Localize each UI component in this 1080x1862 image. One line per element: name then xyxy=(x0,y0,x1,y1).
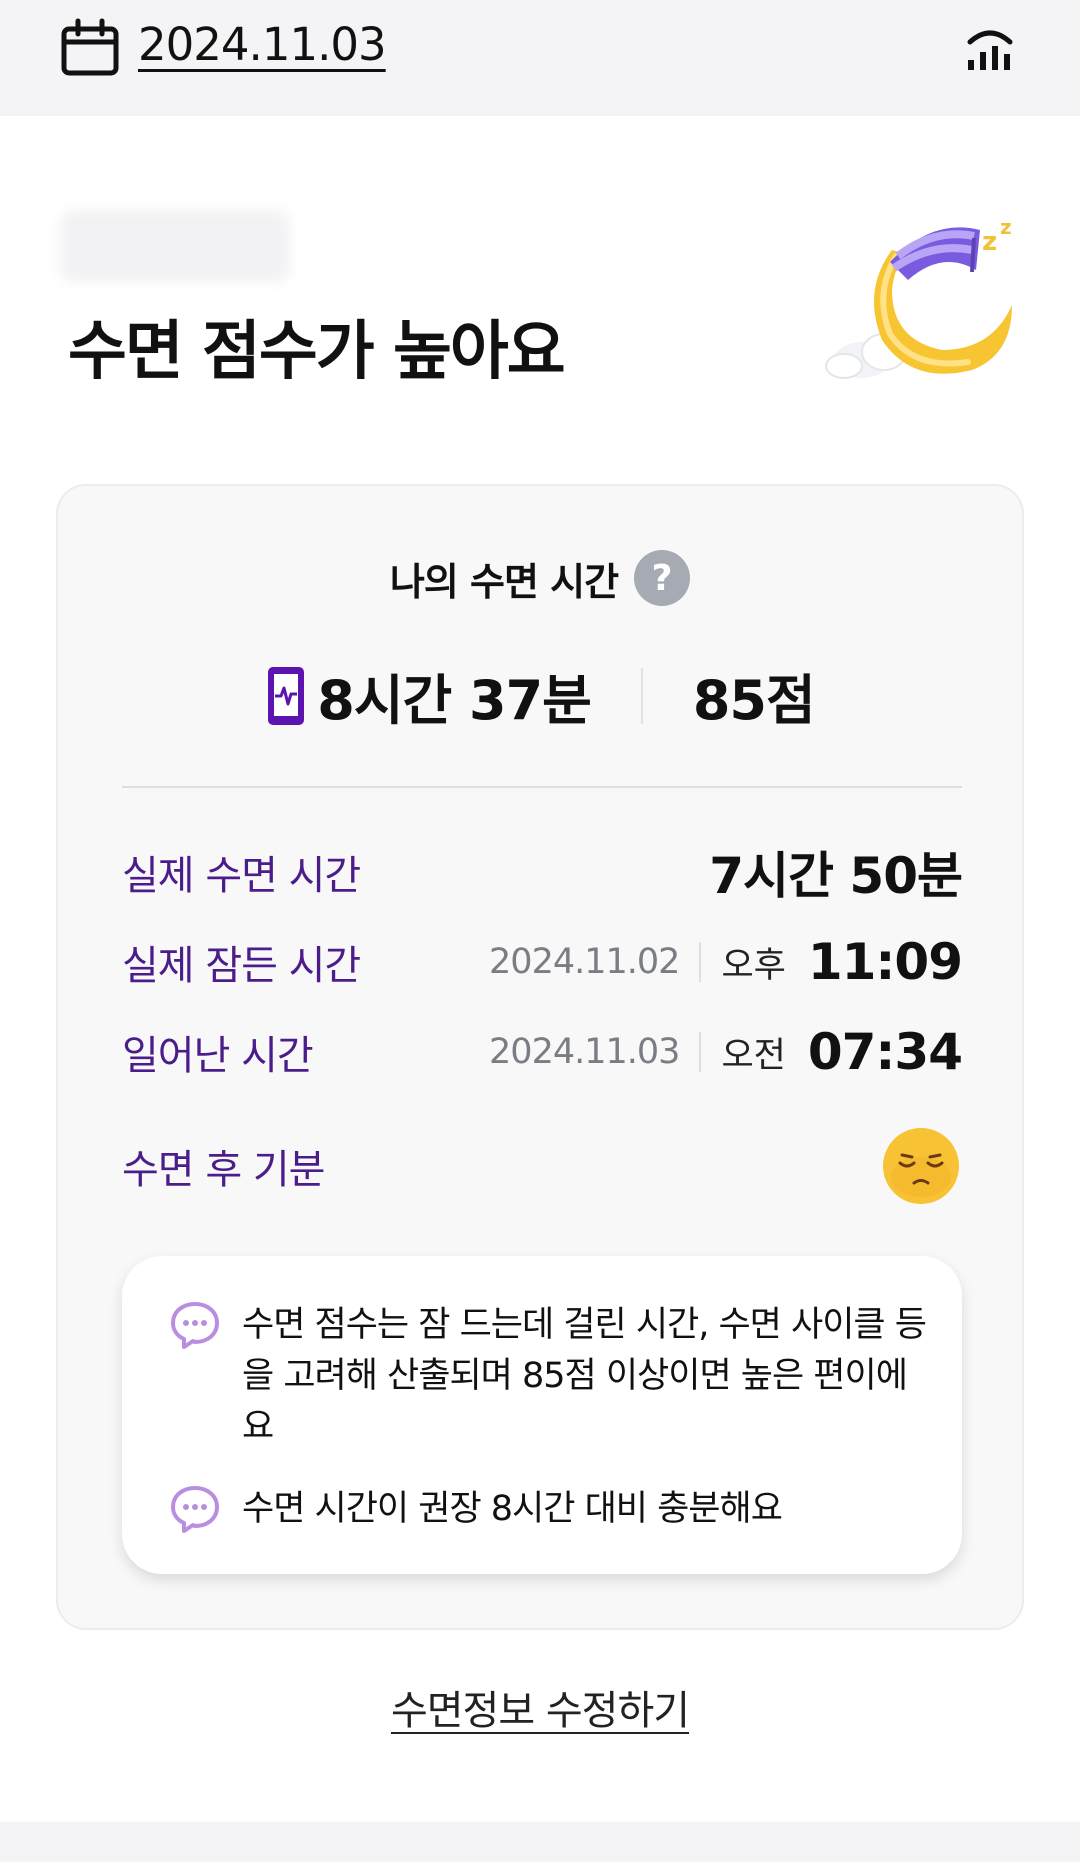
woke-up-time: 07:34 xyxy=(807,1023,963,1081)
score-info-box: 수면 점수는 잠 드는데 걸린 시간, 수면 사이클 등을 고려해 산출되며 8… xyxy=(122,1256,962,1574)
fell-asleep-row: 실제 잠든 시간 2024.11.02 오후 11:09 xyxy=(122,932,963,992)
chat-bubble-icon xyxy=(171,1486,219,1533)
sleep-score: 85점 xyxy=(692,669,816,732)
date-selector[interactable]: 2024.11.03 xyxy=(138,18,387,71)
edit-sleep-info-link[interactable]: 수면정보 수정하기 xyxy=(0,1678,1080,1736)
actual-sleep-label: 실제 수면 시간 xyxy=(122,853,361,899)
page-title: 수면 점수가 높아요 xyxy=(68,315,566,389)
blurred-nickname xyxy=(60,210,290,282)
phone-heartbeat-icon xyxy=(268,666,305,725)
sleeping-moon-illustration: z z xyxy=(825,215,1012,379)
chat-bubble-icon xyxy=(171,1302,219,1349)
svg-text:z: z xyxy=(982,227,997,257)
info-text: 수면 점수는 잠 드는데 걸린 시간, 수면 사이클 등을 고려해 산출되며 8… xyxy=(242,1305,927,1447)
info-item: 수면 시간이 권장 8시간 대비 충분해요 xyxy=(168,1484,932,1536)
info-text: 수면 시간이 권장 8시간 대비 충분해요 xyxy=(242,1489,783,1529)
sleep-card: 나의 수면 시간 ? 8시간 37분 85점 실제 수면 시간 7시간 50분 … xyxy=(56,484,1024,1630)
info-item: 수면 점수는 잠 드는데 걸린 시간, 수면 사이클 등을 고려해 산출되며 8… xyxy=(168,1300,932,1453)
fell-asleep-ampm: 오후 xyxy=(721,945,786,986)
bottom-strip xyxy=(0,1822,1080,1862)
row-divider xyxy=(699,1032,702,1072)
sleep-summary: 8시간 37분 85점 xyxy=(58,656,1022,735)
sleepy-face-emoji xyxy=(883,1128,959,1204)
actual-sleep-value: 7시간 50분 xyxy=(709,847,963,905)
row-divider xyxy=(699,942,702,982)
question-icon[interactable]: ? xyxy=(634,550,691,606)
total-sleep-duration: 8시간 37분 xyxy=(317,669,592,732)
actual-sleep-row: 실제 수면 시간 7시간 50분 xyxy=(122,842,963,905)
summary-divider xyxy=(640,667,643,724)
bar-chart-icon[interactable] xyxy=(960,16,1020,76)
card-title-row: 나의 수면 시간 ? xyxy=(58,550,1022,606)
calendar-icon[interactable] xyxy=(58,17,122,81)
card-divider xyxy=(122,786,962,788)
woke-up-date: 2024.11.03 xyxy=(489,1032,680,1072)
woke-up-label: 일어난 시간 xyxy=(122,1033,314,1079)
svg-text:z: z xyxy=(1000,215,1012,239)
woke-up-ampm: 오전 xyxy=(721,1035,786,1076)
mood-row: 수면 후 기분 xyxy=(122,1124,962,1208)
card-title: 나의 수면 시간 xyxy=(389,559,619,604)
fell-asleep-date: 2024.11.02 xyxy=(489,942,680,982)
mood-label: 수면 후 기분 xyxy=(122,1147,325,1193)
fell-asleep-label: 실제 잠든 시간 xyxy=(122,943,361,989)
woke-up-row: 일어난 시간 2024.11.03 오전 07:34 xyxy=(122,1022,963,1082)
fell-asleep-time: 11:09 xyxy=(807,933,963,991)
top-bar: 2024.11.03 xyxy=(0,0,1080,116)
